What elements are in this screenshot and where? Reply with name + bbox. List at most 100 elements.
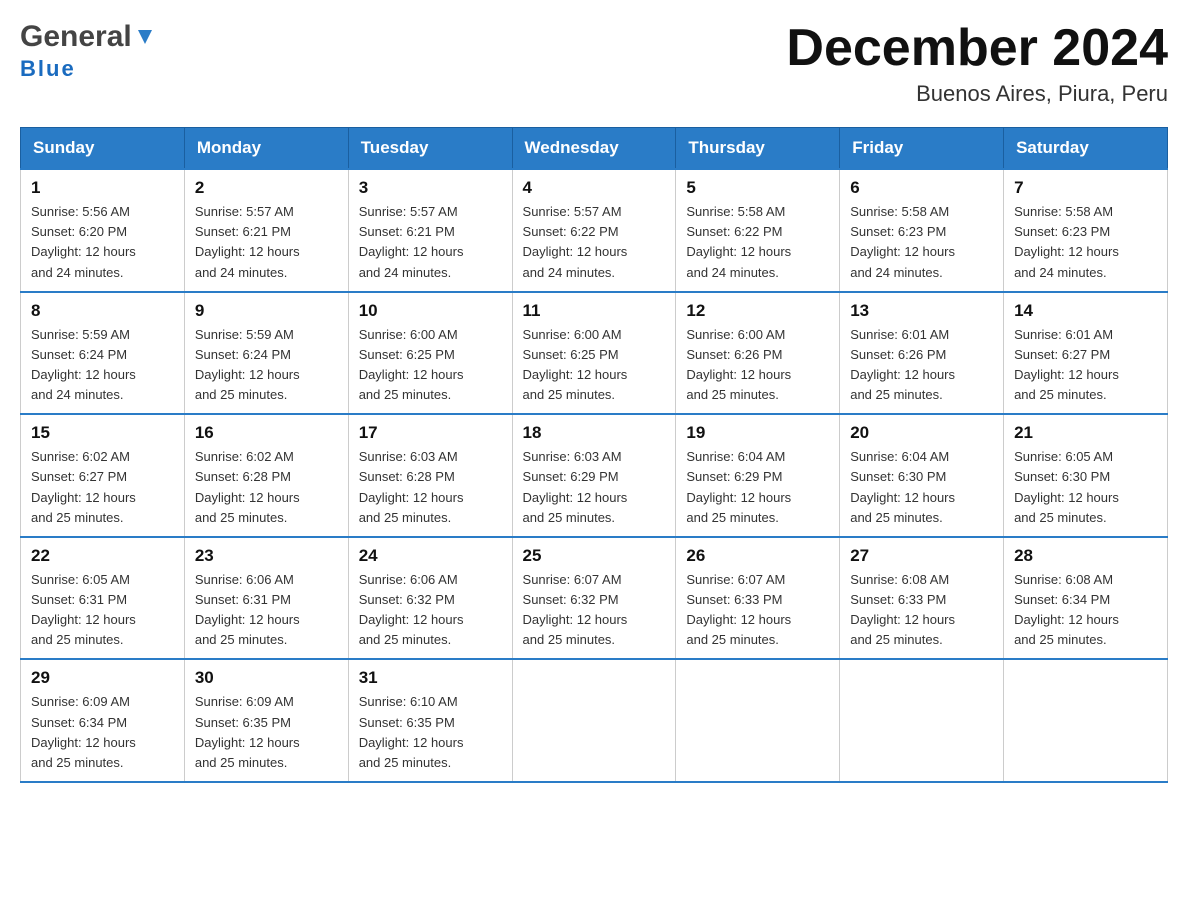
- day-number: 7: [1014, 178, 1157, 198]
- day-info: Sunrise: 6:02 AM Sunset: 6:27 PM Dayligh…: [31, 447, 174, 528]
- calendar-week-row: 29 Sunrise: 6:09 AM Sunset: 6:34 PM Dayl…: [21, 659, 1168, 782]
- day-info: Sunrise: 6:03 AM Sunset: 6:29 PM Dayligh…: [523, 447, 666, 528]
- day-info: Sunrise: 5:57 AM Sunset: 6:21 PM Dayligh…: [359, 202, 502, 283]
- table-row: 24 Sunrise: 6:06 AM Sunset: 6:32 PM Dayl…: [348, 537, 512, 660]
- header-sunday: Sunday: [21, 128, 185, 170]
- day-info: Sunrise: 5:57 AM Sunset: 6:21 PM Dayligh…: [195, 202, 338, 283]
- table-row: 28 Sunrise: 6:08 AM Sunset: 6:34 PM Dayl…: [1004, 537, 1168, 660]
- day-number: 4: [523, 178, 666, 198]
- day-info: Sunrise: 5:58 AM Sunset: 6:23 PM Dayligh…: [1014, 202, 1157, 283]
- calendar-table: Sunday Monday Tuesday Wednesday Thursday…: [20, 127, 1168, 783]
- logo: General Blue: [20, 20, 156, 82]
- calendar-week-row: 15 Sunrise: 6:02 AM Sunset: 6:27 PM Dayl…: [21, 414, 1168, 537]
- day-info: Sunrise: 5:59 AM Sunset: 6:24 PM Dayligh…: [195, 325, 338, 406]
- table-row: 26 Sunrise: 6:07 AM Sunset: 6:33 PM Dayl…: [676, 537, 840, 660]
- day-info: Sunrise: 6:06 AM Sunset: 6:31 PM Dayligh…: [195, 570, 338, 651]
- day-number: 15: [31, 423, 174, 443]
- table-row: 2 Sunrise: 5:57 AM Sunset: 6:21 PM Dayli…: [184, 169, 348, 292]
- table-row: 18 Sunrise: 6:03 AM Sunset: 6:29 PM Dayl…: [512, 414, 676, 537]
- day-number: 5: [686, 178, 829, 198]
- day-number: 3: [359, 178, 502, 198]
- table-row: 27 Sunrise: 6:08 AM Sunset: 6:33 PM Dayl…: [840, 537, 1004, 660]
- table-row: 9 Sunrise: 5:59 AM Sunset: 6:24 PM Dayli…: [184, 292, 348, 415]
- table-row: 31 Sunrise: 6:10 AM Sunset: 6:35 PM Dayl…: [348, 659, 512, 782]
- header-friday: Friday: [840, 128, 1004, 170]
- day-number: 12: [686, 301, 829, 321]
- day-number: 23: [195, 546, 338, 566]
- table-row: 20 Sunrise: 6:04 AM Sunset: 6:30 PM Dayl…: [840, 414, 1004, 537]
- day-info: Sunrise: 6:02 AM Sunset: 6:28 PM Dayligh…: [195, 447, 338, 528]
- calendar-title: December 2024: [786, 20, 1168, 77]
- day-info: Sunrise: 5:57 AM Sunset: 6:22 PM Dayligh…: [523, 202, 666, 283]
- day-number: 8: [31, 301, 174, 321]
- day-info: Sunrise: 6:08 AM Sunset: 6:34 PM Dayligh…: [1014, 570, 1157, 651]
- day-number: 22: [31, 546, 174, 566]
- day-info: Sunrise: 6:01 AM Sunset: 6:26 PM Dayligh…: [850, 325, 993, 406]
- table-row: 21 Sunrise: 6:05 AM Sunset: 6:30 PM Dayl…: [1004, 414, 1168, 537]
- table-row: 13 Sunrise: 6:01 AM Sunset: 6:26 PM Dayl…: [840, 292, 1004, 415]
- table-row: 3 Sunrise: 5:57 AM Sunset: 6:21 PM Dayli…: [348, 169, 512, 292]
- day-number: 25: [523, 546, 666, 566]
- calendar-header-row: Sunday Monday Tuesday Wednesday Thursday…: [21, 128, 1168, 170]
- table-row: 30 Sunrise: 6:09 AM Sunset: 6:35 PM Dayl…: [184, 659, 348, 782]
- table-row: 15 Sunrise: 6:02 AM Sunset: 6:27 PM Dayl…: [21, 414, 185, 537]
- logo-triangle-icon: [134, 26, 156, 48]
- day-info: Sunrise: 6:08 AM Sunset: 6:33 PM Dayligh…: [850, 570, 993, 651]
- day-number: 27: [850, 546, 993, 566]
- day-info: Sunrise: 5:58 AM Sunset: 6:23 PM Dayligh…: [850, 202, 993, 283]
- day-number: 11: [523, 301, 666, 321]
- day-info: Sunrise: 6:06 AM Sunset: 6:32 PM Dayligh…: [359, 570, 502, 651]
- table-row: [512, 659, 676, 782]
- table-row: 6 Sunrise: 5:58 AM Sunset: 6:23 PM Dayli…: [840, 169, 1004, 292]
- day-info: Sunrise: 6:09 AM Sunset: 6:35 PM Dayligh…: [195, 692, 338, 773]
- day-number: 20: [850, 423, 993, 443]
- table-row: 23 Sunrise: 6:06 AM Sunset: 6:31 PM Dayl…: [184, 537, 348, 660]
- table-row: 7 Sunrise: 5:58 AM Sunset: 6:23 PM Dayli…: [1004, 169, 1168, 292]
- table-row: [840, 659, 1004, 782]
- day-number: 13: [850, 301, 993, 321]
- header-monday: Monday: [184, 128, 348, 170]
- table-row: 25 Sunrise: 6:07 AM Sunset: 6:32 PM Dayl…: [512, 537, 676, 660]
- day-info: Sunrise: 6:05 AM Sunset: 6:30 PM Dayligh…: [1014, 447, 1157, 528]
- day-info: Sunrise: 6:07 AM Sunset: 6:32 PM Dayligh…: [523, 570, 666, 651]
- table-row: 5 Sunrise: 5:58 AM Sunset: 6:22 PM Dayli…: [676, 169, 840, 292]
- day-info: Sunrise: 6:09 AM Sunset: 6:34 PM Dayligh…: [31, 692, 174, 773]
- day-info: Sunrise: 6:00 AM Sunset: 6:25 PM Dayligh…: [523, 325, 666, 406]
- calendar-week-row: 22 Sunrise: 6:05 AM Sunset: 6:31 PM Dayl…: [21, 537, 1168, 660]
- title-section: December 2024 Buenos Aires, Piura, Peru: [786, 20, 1168, 107]
- day-info: Sunrise: 6:04 AM Sunset: 6:30 PM Dayligh…: [850, 447, 993, 528]
- day-number: 10: [359, 301, 502, 321]
- calendar-week-row: 8 Sunrise: 5:59 AM Sunset: 6:24 PM Dayli…: [21, 292, 1168, 415]
- day-number: 24: [359, 546, 502, 566]
- day-number: 29: [31, 668, 174, 688]
- day-number: 14: [1014, 301, 1157, 321]
- day-number: 6: [850, 178, 993, 198]
- table-row: 10 Sunrise: 6:00 AM Sunset: 6:25 PM Dayl…: [348, 292, 512, 415]
- day-info: Sunrise: 6:01 AM Sunset: 6:27 PM Dayligh…: [1014, 325, 1157, 406]
- day-number: 16: [195, 423, 338, 443]
- calendar-week-row: 1 Sunrise: 5:56 AM Sunset: 6:20 PM Dayli…: [21, 169, 1168, 292]
- table-row: 12 Sunrise: 6:00 AM Sunset: 6:26 PM Dayl…: [676, 292, 840, 415]
- table-row: 19 Sunrise: 6:04 AM Sunset: 6:29 PM Dayl…: [676, 414, 840, 537]
- day-number: 21: [1014, 423, 1157, 443]
- day-info: Sunrise: 5:56 AM Sunset: 6:20 PM Dayligh…: [31, 202, 174, 283]
- logo-general-text: General: [20, 20, 132, 54]
- day-info: Sunrise: 6:07 AM Sunset: 6:33 PM Dayligh…: [686, 570, 829, 651]
- table-row: 14 Sunrise: 6:01 AM Sunset: 6:27 PM Dayl…: [1004, 292, 1168, 415]
- day-number: 18: [523, 423, 666, 443]
- day-info: Sunrise: 6:03 AM Sunset: 6:28 PM Dayligh…: [359, 447, 502, 528]
- table-row: 1 Sunrise: 5:56 AM Sunset: 6:20 PM Dayli…: [21, 169, 185, 292]
- day-info: Sunrise: 6:05 AM Sunset: 6:31 PM Dayligh…: [31, 570, 174, 651]
- day-info: Sunrise: 5:58 AM Sunset: 6:22 PM Dayligh…: [686, 202, 829, 283]
- logo-blue-text: Blue: [20, 56, 76, 82]
- day-number: 9: [195, 301, 338, 321]
- day-number: 31: [359, 668, 502, 688]
- day-number: 30: [195, 668, 338, 688]
- table-row: [676, 659, 840, 782]
- header-tuesday: Tuesday: [348, 128, 512, 170]
- day-number: 2: [195, 178, 338, 198]
- header-wednesday: Wednesday: [512, 128, 676, 170]
- day-info: Sunrise: 6:04 AM Sunset: 6:29 PM Dayligh…: [686, 447, 829, 528]
- day-number: 28: [1014, 546, 1157, 566]
- day-info: Sunrise: 6:00 AM Sunset: 6:25 PM Dayligh…: [359, 325, 502, 406]
